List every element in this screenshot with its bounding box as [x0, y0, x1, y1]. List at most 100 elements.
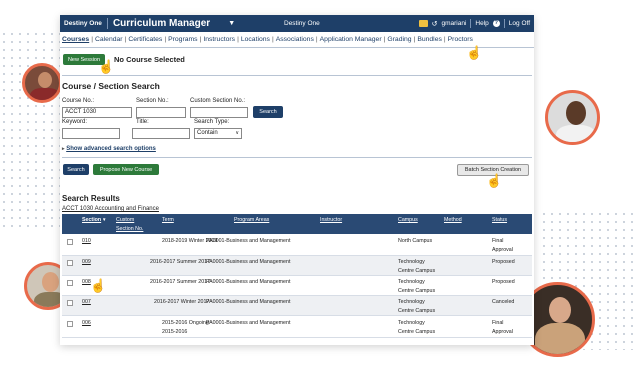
search-type-select[interactable]: Contain ∨ [194, 128, 242, 139]
row-status: Final [492, 238, 504, 244]
header-divider [503, 19, 505, 28]
row-campus: Technology [398, 320, 425, 326]
col-program-areas[interactable]: Program Areas [234, 217, 269, 223]
table-row[interactable]: 010 2018-2019 Winter 2019 PA0001-Busines… [62, 234, 532, 256]
col-term[interactable]: Term [162, 217, 174, 223]
message-icon[interactable] [418, 20, 428, 27]
row-term-line2: 2015-2016 [162, 329, 188, 335]
inline-search-button[interactable]: Search [253, 106, 283, 118]
row-status-line2: Approval [492, 329, 513, 335]
row-checkbox[interactable] [67, 239, 73, 245]
row-campus-line2: Centre Campus [398, 268, 436, 274]
col-custom[interactable]: Custom [116, 217, 134, 223]
row-program: PA0001-Business and Management [206, 259, 291, 265]
custom-section-input[interactable] [190, 107, 248, 118]
row-campus: North Campus [398, 238, 433, 244]
row-checkbox[interactable] [67, 280, 73, 286]
row-program: PA0001-Business and Management [206, 238, 291, 244]
table-row[interactable]: 006 2015-2016 Ongoing 2015-2016 PA0001-B… [62, 316, 532, 338]
application-window: Destiny One Curriculum Manager ▼ Destiny… [60, 15, 534, 345]
header-divider [470, 19, 472, 28]
help-icon[interactable]: ? [492, 20, 500, 27]
search-type-label: Search Type: [194, 119, 230, 125]
hand-pointer-icon: ☝ [486, 173, 503, 188]
title-label: Title: [136, 119, 149, 125]
col-status[interactable]: Status [492, 217, 507, 223]
nav-proctors[interactable]: Proctors [448, 36, 473, 43]
nav-application-manager[interactable]: Application Manager [320, 36, 382, 43]
row-campus: Technology [398, 279, 425, 285]
help-link[interactable]: Help [475, 20, 488, 27]
row-campus: Technology [398, 259, 425, 265]
hand-pointer-icon: ☝ [90, 278, 107, 293]
nav-certificates[interactable]: Certificates [128, 36, 162, 43]
col-campus[interactable]: Campus [398, 217, 418, 223]
avatar-man-top-left [22, 63, 62, 103]
sort-down-icon: ▼ [102, 217, 107, 222]
row-section-link[interactable]: 009 [82, 258, 91, 267]
col-section[interactable]: Section [82, 217, 101, 223]
row-section-link[interactable]: 007 [82, 298, 91, 307]
keyword-input[interactable] [62, 128, 120, 139]
top-bar: Destiny One Curriculum Manager ▼ Destiny… [60, 15, 534, 32]
nav-bundles[interactable]: Bundles [417, 36, 442, 43]
nav-programs[interactable]: Programs [168, 36, 197, 43]
search-type-value: Contain [197, 130, 218, 136]
col-custom-section[interactable]: Section No. [116, 226, 143, 232]
nav-locations[interactable]: Locations [241, 36, 270, 43]
col-instructor[interactable]: Instructor [320, 217, 342, 223]
row-checkbox[interactable] [67, 321, 73, 327]
table-row[interactable]: 009 2016-2017 Summer 2017 PA0001-Busines… [62, 256, 532, 276]
chevron-down-icon: ∨ [235, 130, 239, 136]
nav-courses[interactable]: Courses [62, 36, 89, 43]
search-button[interactable]: Search [63, 164, 89, 175]
row-campus-line2: Centre Campus [398, 308, 436, 314]
section-no-label: Section No.: [136, 98, 169, 104]
nav-grading[interactable]: Grading [387, 36, 411, 43]
hand-pointer-icon: ☝ [98, 59, 115, 74]
row-term: 2016-2017 Winter 2017 [154, 299, 210, 305]
section-no-input[interactable] [136, 107, 186, 118]
col-method[interactable]: Method [444, 217, 462, 223]
custom-section-label: Custom Section No.: [190, 98, 246, 104]
row-term: 2015-2016 Ongoing [162, 320, 209, 326]
row-status: Canceled [492, 299, 515, 305]
row-status: Final [492, 320, 504, 326]
history-icon[interactable]: ↺ [432, 20, 438, 28]
advanced-options-toggle[interactable]: ▸ Show advanced search options [62, 146, 156, 152]
advanced-options-link[interactable]: Show advanced search options [66, 146, 156, 152]
course-no-label: Course No.: [62, 98, 95, 104]
main-nav: Courses | Calendar | Certificates | Program… [60, 32, 534, 48]
hand-pointer-icon: ☝ [466, 45, 483, 60]
decorative-dots-left [0, 30, 60, 230]
brand-name[interactable]: Destiny One [64, 20, 102, 27]
row-section-link[interactable]: 006 [82, 319, 91, 328]
row-checkbox[interactable] [67, 300, 73, 306]
module-dropdown-icon[interactable]: ▼ [228, 20, 235, 27]
user-name[interactable]: gmariani [441, 20, 466, 27]
course-no-input[interactable]: ACCT 1030 [62, 107, 132, 118]
table-row[interactable]: 007 2016-2017 Winter 2017 PA0001-Busines… [62, 296, 532, 316]
nav-associations[interactable]: Associations [276, 36, 314, 43]
nav-instructors[interactable]: Instructors [203, 36, 235, 43]
nav-calendar[interactable]: Calendar [95, 36, 123, 43]
center-title: Destiny One [284, 20, 320, 27]
row-status: Proposed [492, 279, 515, 285]
row-program: PA0001-Business and Management [206, 320, 291, 326]
logoff-link[interactable]: Log Off [509, 20, 530, 27]
module-title[interactable]: Curriculum Manager [113, 18, 210, 29]
row-term: 2016-2017 Summer 2017 [150, 279, 211, 285]
keyword-label: Keyword: [62, 119, 88, 125]
divider [62, 75, 532, 76]
session-status: No Course Selected [114, 55, 185, 64]
course-result-link[interactable]: ACCT 1030 Accounting and Finance [62, 206, 159, 212]
row-section-link[interactable]: 010 [82, 237, 91, 246]
row-program: PA0001-Business and Management [206, 299, 291, 305]
title-input[interactable] [132, 128, 190, 139]
propose-new-course-button[interactable]: Propose New Course [93, 164, 159, 175]
row-status-line2: Approval [492, 247, 513, 253]
row-campus: Technology [398, 299, 425, 305]
header-right: ↺ gmariani Help ? Log Off [418, 19, 530, 28]
row-checkbox[interactable] [67, 260, 73, 266]
table-row[interactable]: 008 ☝ 2016-2017 Summer 2017 PA0001-Busin… [62, 276, 532, 296]
